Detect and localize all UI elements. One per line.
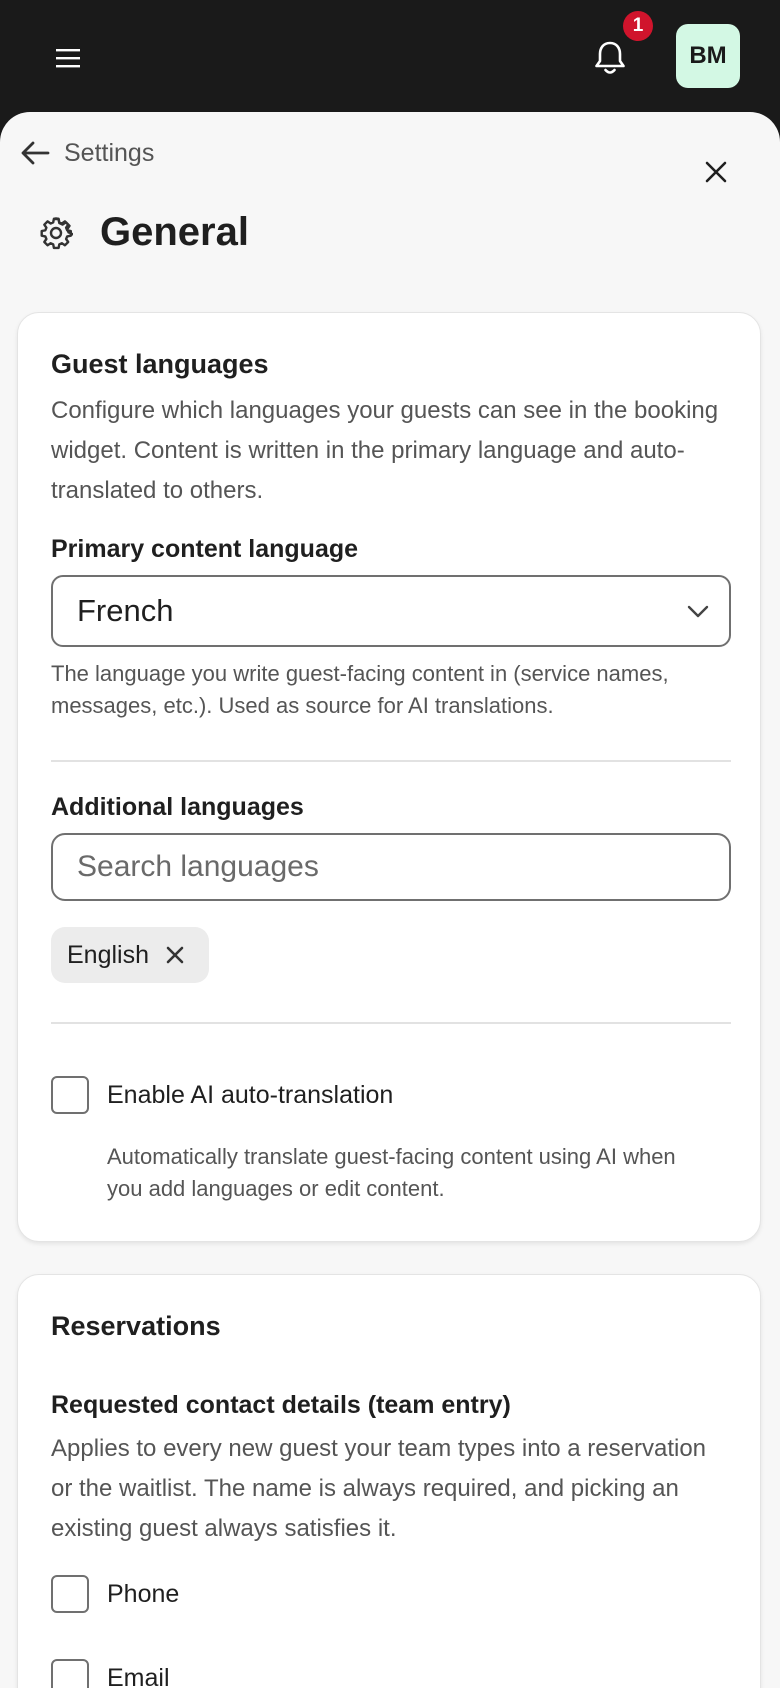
reservations-card: Reservations Requested contact details (… xyxy=(17,1274,761,1688)
email-option-label: Email xyxy=(107,1663,170,1688)
search-languages-input[interactable] xyxy=(51,833,731,901)
top-bar: 1 BM xyxy=(0,0,780,112)
section-divider xyxy=(51,760,731,762)
chevron-down-icon xyxy=(685,599,711,625)
section-divider xyxy=(51,1022,731,1024)
phone-checkbox[interactable] xyxy=(51,1575,89,1613)
notifications-button[interactable] xyxy=(584,32,636,84)
language-chip-label: English xyxy=(67,940,149,969)
arrow-left-icon xyxy=(18,136,52,170)
email-option-row: Email xyxy=(51,1659,170,1688)
phone-option-row: Phone xyxy=(51,1575,179,1613)
settings-sheet: Settings General Guest languages Configu… xyxy=(0,112,780,1688)
back-link-label: Settings xyxy=(64,138,155,167)
additional-languages-label: Additional languages xyxy=(51,793,304,821)
menu-button[interactable] xyxy=(46,36,90,80)
phone-option-label: Phone xyxy=(107,1579,180,1608)
reservations-title: Reservations xyxy=(51,1311,221,1341)
guest-languages-card: Guest languages Configure which language… xyxy=(17,312,761,1242)
primary-language-help: The language you write guest-facing cont… xyxy=(51,661,669,718)
close-button[interactable] xyxy=(696,152,736,192)
page-title: General xyxy=(100,210,249,254)
remove-chip-icon[interactable] xyxy=(163,943,187,967)
auto-translation-row: Enable AI auto-translation xyxy=(51,1076,393,1114)
gear-icon xyxy=(38,215,74,251)
primary-language-value: French xyxy=(77,593,174,628)
contact-details-description: Applies to every new guest your team typ… xyxy=(51,1435,707,1542)
auto-translation-help: Automatically translate guest-facing con… xyxy=(107,1144,676,1201)
menu-icon xyxy=(56,49,80,68)
notification-badge: 1 xyxy=(623,11,653,41)
primary-language-select[interactable]: French xyxy=(51,575,731,647)
auto-translation-label: Enable AI auto-translation xyxy=(107,1080,394,1109)
bell-icon xyxy=(595,41,625,74)
primary-language-label: Primary content language xyxy=(51,535,359,563)
email-checkbox[interactable] xyxy=(51,1659,89,1688)
page-header: General xyxy=(38,210,249,255)
language-chip-english: English xyxy=(51,927,209,983)
guest-languages-description: Configure which languages your guests ca… xyxy=(51,397,719,504)
guest-languages-title: Guest languages xyxy=(51,349,269,379)
contact-details-label: Requested contact details (team entry) xyxy=(51,1391,511,1419)
auto-translation-checkbox[interactable] xyxy=(51,1076,89,1114)
user-avatar[interactable]: BM xyxy=(676,24,740,88)
close-icon xyxy=(705,161,727,183)
back-to-settings-link[interactable]: Settings xyxy=(18,136,154,170)
